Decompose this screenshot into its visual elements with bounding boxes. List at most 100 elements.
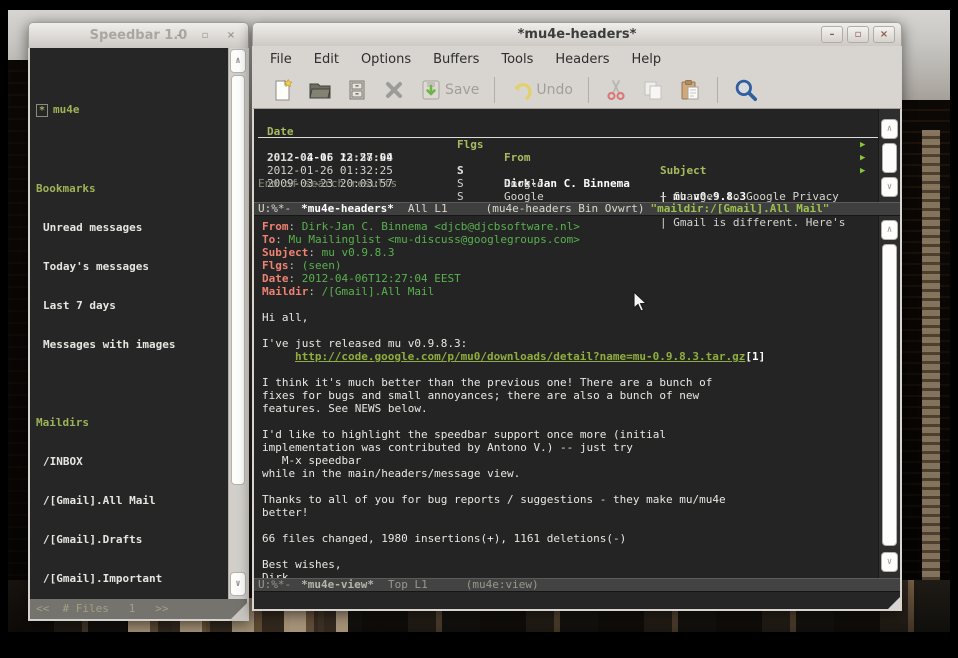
minimize-icon[interactable]: – <box>168 27 190 44</box>
menubar: File Edit Options Buffers Tools Headers … <box>253 46 901 72</box>
status-left[interactable]: << <box>36 602 49 615</box>
field-to: To: Mu Mailinglist <mu-discuss@googlegro… <box>262 233 900 246</box>
maximize-icon[interactable]: ▫ <box>194 27 216 44</box>
save-icon <box>419 78 443 102</box>
maildir-drafts[interactable]: /[Gmail].Drafts <box>36 533 247 546</box>
new-file-button[interactable] <box>269 76 297 104</box>
mouse-cursor <box>633 291 649 313</box>
dired-button[interactable] <box>343 76 371 104</box>
maildir-inbox[interactable]: /INBOX <box>36 455 247 468</box>
search-button[interactable] <box>731 75 761 105</box>
menu-file[interactable]: File <box>259 49 303 70</box>
scroll-down-icon[interactable]: ∨ <box>881 552 898 572</box>
menu-buffers[interactable]: Buffers <box>422 49 490 70</box>
headers-scrollbar[interactable]: ∧ ∨ <box>878 109 900 202</box>
field-flags: Flgs: (seen) <box>262 259 900 272</box>
emacs-window: *mu4e-headers* – ▫ × File Edit Options B… <box>252 22 902 611</box>
paste-button[interactable] <box>676 76 704 104</box>
menu-headers[interactable]: Headers <box>544 49 620 70</box>
minimize-icon[interactable]: – <box>821 26 843 43</box>
maximize-icon[interactable]: ▫ <box>847 26 869 43</box>
scroll-up-icon[interactable]: ∧ <box>881 119 898 139</box>
expand-marker-icon[interactable]: * <box>36 104 48 117</box>
scroll-up-icon[interactable]: ∧ <box>881 220 898 240</box>
save-label: Save <box>445 82 479 98</box>
message-body-line: better! <box>262 506 900 519</box>
file-cabinet-icon <box>345 78 369 102</box>
buffer-position: All L1 <box>408 202 448 215</box>
maildir-important[interactable]: /[Gmail].Important <box>36 572 247 585</box>
speedbar-root-item[interactable]: *mu4e <box>36 103 247 117</box>
field-subject: Subject: mu v0.9.8.3 <box>262 246 900 259</box>
resize-grip[interactable] <box>886 595 902 611</box>
scrollbar-thumb[interactable] <box>882 244 897 546</box>
menu-options[interactable]: Options <box>350 49 422 70</box>
table-row[interactable]: 2009-03-23 20:03:57 S Gmail Team | Gmail… <box>254 164 900 177</box>
scroll-down-icon[interactable]: ∨ <box>881 177 898 197</box>
message-body-line: fixes for bugs and small annoyances; the… <box>262 389 900 402</box>
scroll-down-icon[interactable]: ∨ <box>230 572 246 596</box>
cut-scissors-icon <box>604 78 628 102</box>
message-body-line <box>262 545 900 558</box>
close-buffer-button[interactable] <box>380 76 408 104</box>
message-body-line: I think it's much better than the previo… <box>262 376 900 389</box>
buffer-name: *mu4e-headers* <box>301 202 394 215</box>
menu-help[interactable]: Help <box>621 49 673 70</box>
message-link-line: http://code.google.com/p/mu0/downloads/d… <box>262 350 900 363</box>
screen: Speedbar 1.0 – ▫ × *mu4e Bookmarks Unrea… <box>0 0 958 658</box>
close-icon[interactable]: × <box>220 27 242 44</box>
message-body-line: while in the main/headers/message view. <box>262 467 900 480</box>
status-right[interactable]: >> <box>155 602 168 615</box>
speedbar-scrollbar[interactable]: ∧ ∨ <box>228 48 247 599</box>
open-folder-icon <box>308 78 332 102</box>
speedbar-titlebar[interactable]: Speedbar 1.0 – ▫ × <box>28 22 249 48</box>
speedbar-content: *mu4e Bookmarks Unread messages Today's … <box>30 48 247 599</box>
table-row[interactable]: 2012-04-06 12:27:04 S Dirk-Jan C. Binnem… <box>254 125 900 138</box>
toolbar-separator <box>588 77 589 103</box>
window-title: *mu4e-headers* <box>518 27 637 42</box>
cut-button[interactable] <box>602 76 630 104</box>
message-body-line <box>262 519 900 532</box>
modeline-prefix: U:%*- <box>258 202 291 215</box>
paste-clipboard-icon <box>678 78 702 102</box>
close-icon[interactable]: × <box>873 26 895 43</box>
save-button[interactable]: Save <box>417 76 481 104</box>
scroll-up-icon[interactable]: ∧ <box>230 49 246 73</box>
link-footnote-ref: [1] <box>745 350 765 363</box>
table-row[interactable]: 2012-01-26 01:32:25 S Google \ Changes t… <box>254 151 900 164</box>
echo-area[interactable] <box>254 592 900 608</box>
message-body-line <box>262 363 900 376</box>
emacs-titlebar[interactable]: *mu4e-headers* – ▫ × <box>252 22 902 46</box>
buffer-position: Top L1 <box>388 578 428 591</box>
sidebar-item-today[interactable]: Today's messages <box>36 260 247 273</box>
open-file-button[interactable] <box>306 76 334 104</box>
maildir-allmail[interactable]: /[Gmail].All Mail <box>36 494 247 507</box>
download-link[interactable]: http://code.google.com/p/mu0/downloads/d… <box>295 350 745 363</box>
view-modeline: U:%*-*mu4e-view*Top L1(mu4e:view) <box>254 578 900 592</box>
table-row[interactable]: 2012-02-15 23:58:29 S Google + Changes t… <box>254 138 900 151</box>
message-body-line <box>262 415 900 428</box>
menu-tools[interactable]: Tools <box>490 49 544 70</box>
sidebar-item-last7days[interactable]: Last 7 days <box>36 299 247 312</box>
sidebar-item-unread[interactable]: Unread messages <box>36 221 247 234</box>
buffer-name: *mu4e-view* <box>301 578 374 591</box>
copy-icon <box>641 78 665 102</box>
mu4e-view-buffer: From: Dirk-Jan C. Binnema <djcb@djcbsoft… <box>254 216 900 578</box>
scrollbar-thumb[interactable] <box>231 75 245 485</box>
undo-button[interactable]: Undo <box>508 76 575 104</box>
field-date: Date: 2012-04-06T12:27:04 EEST <box>262 272 900 285</box>
search-icon <box>733 77 759 103</box>
speedbar-section-bookmarks: Bookmarks <box>36 182 247 195</box>
end-of-results-text: End of search results <box>254 177 900 190</box>
search-query: "maildir:/[Gmail].All Mail" <box>651 202 830 215</box>
message-body-line: implementation was contributed by Antono… <box>262 441 900 454</box>
speedbar-statusbar: << # Files 1 >> <box>30 599 247 619</box>
sidebar-item-images[interactable]: Messages with images <box>36 338 247 351</box>
resize-grip[interactable] <box>229 601 249 621</box>
mu4e-headers-buffer: Date Flgs From Subject 2012-04-06 12:27:… <box>254 109 900 202</box>
view-scrollbar[interactable]: ∧ ∨ <box>878 216 900 578</box>
message-body-line: M-x speedbar <box>262 454 900 467</box>
scrollbar-thumb[interactable] <box>882 143 897 173</box>
menu-edit[interactable]: Edit <box>303 49 350 70</box>
copy-button[interactable] <box>639 76 667 104</box>
